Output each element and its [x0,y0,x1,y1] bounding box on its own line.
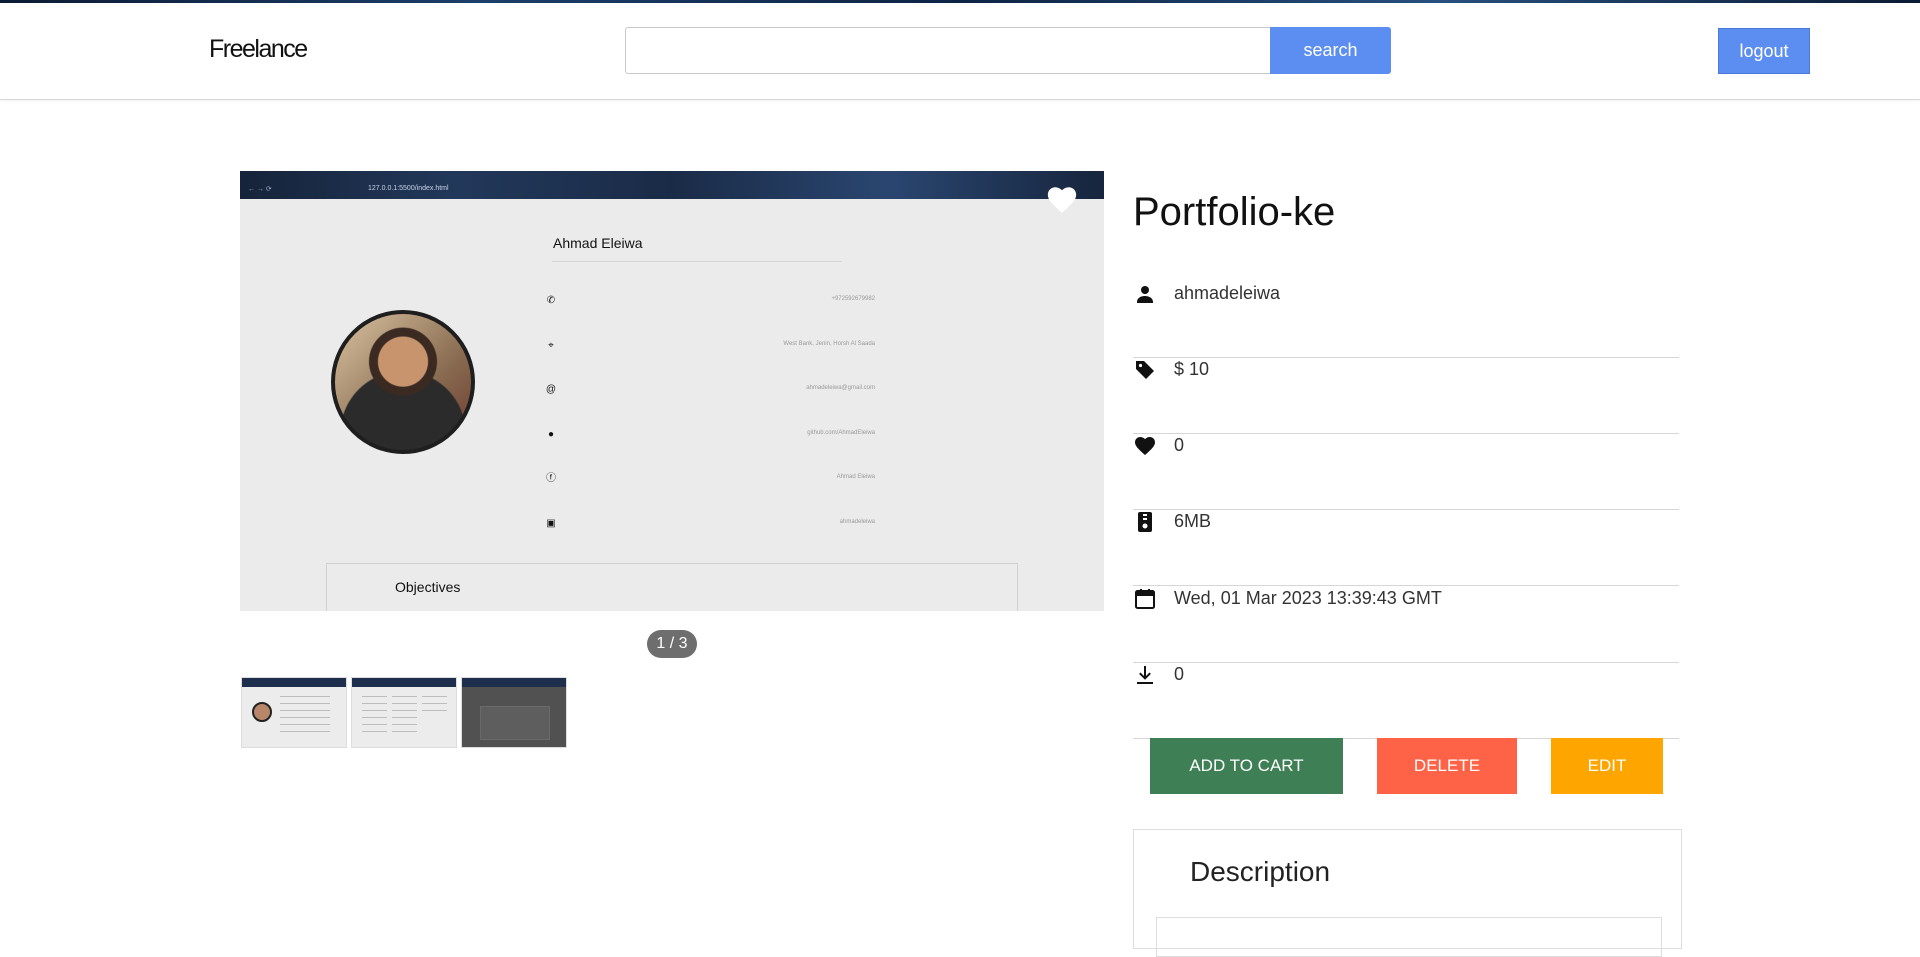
delete-button[interactable]: DELETE [1377,738,1517,794]
file-size-icon [1138,512,1152,532]
linkedin-icon: ▣ [546,518,556,529]
contact-row: @ ahmadeleiwa@gmail.com [545,384,875,400]
gallery-thumbnail[interactable] [461,677,567,748]
info-row-date: Wed, 01 Mar 2023 13:39:43 GMT [1133,587,1679,663]
location-icon: ⌖ [548,340,554,351]
contact-value: +972592679982 [831,296,875,302]
contact-row: ✆ +972592679982 [545,295,875,311]
upload-date: Wed, 01 Mar 2023 13:39:43 GMT [1174,588,1442,608]
thumbnail-panel [480,706,550,740]
gallery-thumbnail[interactable] [351,677,457,748]
likes-count: 0 [1174,435,1185,455]
info-row-author: ahmadeleiwa [1133,282,1679,358]
at-icon: @ [545,384,557,395]
description-card: Description [1133,829,1682,957]
browser-nav-icons: ← → ⟳ [248,186,272,193]
brand-logo[interactable]: Freelance [209,35,308,64]
info-row-likes: 0 [1133,434,1679,510]
contact-row: ● github.com/AhmadEleiwa [545,429,875,445]
top-navbar: Freelance search logout [0,3,1920,100]
search-input[interactable] [625,27,1271,74]
contact-value: West Bank, Jenin, Horsh Al Saada [783,341,875,347]
slide-person-name: Ahmad Eleiwa [553,235,643,251]
search-button[interactable]: search [1270,27,1391,74]
logout-button[interactable]: logout [1718,28,1810,74]
download-icon [1137,666,1153,684]
gallery-thumbnail[interactable] [241,677,347,748]
description-body [1156,917,1662,957]
divider [552,261,842,262]
image-gallery-main[interactable]: ← → ⟳ 127.0.0.1:5500/index.html Ahmad El… [240,171,1104,611]
heart-icon [1135,437,1155,455]
downloads-count: 0 [1174,664,1185,684]
info-row-size: 6MB [1133,510,1679,586]
add-to-cart-button[interactable]: ADD TO CART [1150,738,1343,794]
contact-row: ⌖ West Bank, Jenin, Horsh Al Saada [545,340,875,356]
contact-value: github.com/AhmadEleiwa [807,430,875,436]
favorite-heart-icon[interactable] [1045,183,1079,217]
screenshot-url: 127.0.0.1:5500/index.html [368,185,449,192]
price-value: $ 10 [1174,359,1210,379]
contact-value: ahmadeleiwa@gmail.com [806,385,875,391]
avatar [331,310,475,454]
person-icon [1137,286,1153,303]
price-tag-icon [1136,361,1154,379]
facebook-icon: ⓕ [546,473,556,484]
page-title: Portfolio-ke [1133,190,1336,234]
calendar-icon [1135,589,1155,609]
contact-value: Ahmad Eleiwa [836,474,875,480]
edit-button[interactable]: EDIT [1551,738,1663,794]
info-row-downloads: 0 [1133,663,1679,739]
contact-row: ⓕ Ahmad Eleiwa [545,473,875,489]
slide-counter: 1 / 3 [647,630,697,658]
objectives-heading: Objectives [395,579,461,595]
github-icon: ● [547,429,555,440]
file-size: 6MB [1174,511,1212,531]
phone-icon: ✆ [546,295,556,306]
info-row-price: $ 10 [1133,358,1679,434]
contact-row: ▣ ahmadeleiwa [545,518,875,534]
description-heading: Description [1190,856,1331,887]
contact-value: ahmadeleiwa [839,519,875,525]
screenshot-browser-bar: ← → ⟳ 127.0.0.1:5500/index.html [240,171,1104,199]
thumbnail-avatar [252,702,272,722]
author-name[interactable]: ahmadeleiwa [1174,283,1280,304]
